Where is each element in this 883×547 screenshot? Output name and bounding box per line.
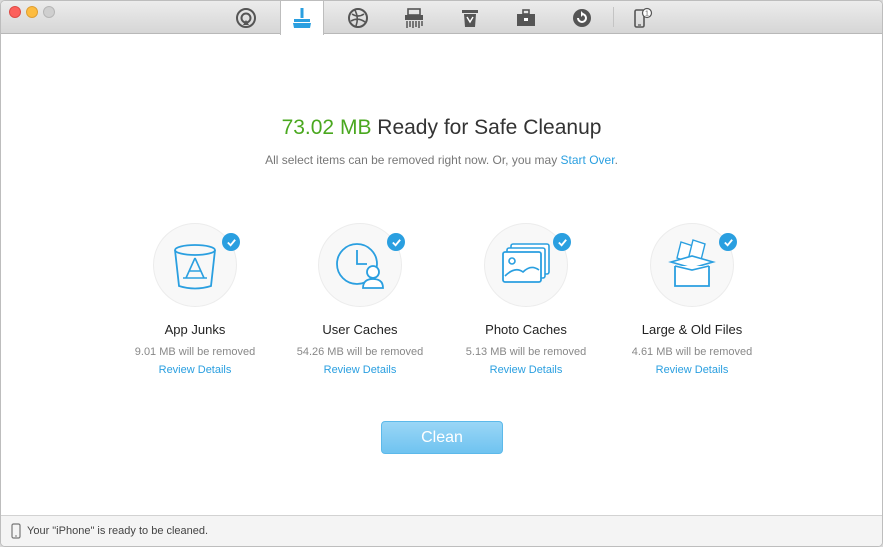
category-app-junks[interactable]: App Junks 9.01 MB will be removed Review… bbox=[110, 223, 280, 376]
category-size: 4.61 MB will be removed bbox=[631, 346, 753, 358]
category-icon-circle bbox=[153, 223, 240, 307]
status-text: Your "iPhone" is ready to be cleaned. bbox=[27, 525, 209, 537]
category-title: App Junks bbox=[164, 322, 226, 337]
checked-icon[interactable] bbox=[387, 233, 405, 251]
category-size: 54.26 MB will be removed bbox=[296, 346, 424, 358]
shredder-icon[interactable] bbox=[392, 1, 436, 34]
checked-icon[interactable] bbox=[553, 233, 571, 251]
review-details-link[interactable]: Review Details bbox=[110, 364, 280, 376]
app-window: 1 73.02 MB Ready for Safe Cleanup All se… bbox=[0, 0, 883, 547]
brush-clean-icon[interactable] bbox=[280, 1, 324, 35]
internet-globe-icon[interactable] bbox=[336, 1, 380, 34]
airplay-icon[interactable] bbox=[224, 1, 268, 34]
start-over-link[interactable]: Start Over bbox=[561, 153, 615, 167]
iphone-icon bbox=[11, 523, 21, 539]
minimize-window-button[interactable] bbox=[26, 6, 38, 18]
cleanup-title-text: Ready for Safe Cleanup bbox=[371, 116, 602, 139]
cleanup-size: 73.02 MB bbox=[281, 116, 372, 139]
review-details-link[interactable]: Review Details bbox=[441, 364, 611, 376]
file-box-icon bbox=[668, 239, 716, 287]
category-icon-circle bbox=[318, 223, 405, 307]
category-size: 9.01 MB will be removed bbox=[134, 346, 256, 358]
subtitle: All select items can be removed right no… bbox=[1, 153, 882, 167]
app-trash-icon bbox=[174, 244, 216, 290]
device-badge-count: 1 bbox=[645, 10, 649, 17]
category-user-caches[interactable]: User Caches 54.26 MB will be removed Rev… bbox=[275, 223, 445, 376]
category-title: User Caches bbox=[322, 322, 398, 337]
zoom-window-button[interactable] bbox=[43, 6, 55, 18]
refresh-backup-icon[interactable] bbox=[560, 1, 604, 34]
subtitle-text: All select items can be removed right no… bbox=[265, 153, 561, 167]
category-icon-circle bbox=[650, 223, 737, 307]
clean-button[interactable]: Clean bbox=[381, 421, 503, 454]
review-details-link[interactable]: Review Details bbox=[275, 364, 445, 376]
review-details-link[interactable]: Review Details bbox=[607, 364, 777, 376]
user-clock-icon bbox=[336, 243, 384, 289]
category-title: Photo Caches bbox=[485, 322, 567, 337]
category-title: Large & Old Files bbox=[641, 322, 743, 337]
toolbar-separator bbox=[613, 7, 614, 27]
status-bar: Your "iPhone" is ready to be cleaned. bbox=[1, 515, 882, 546]
category-photo-caches[interactable]: Photo Caches 5.13 MB will be removed Rev… bbox=[441, 223, 611, 376]
checked-icon[interactable] bbox=[222, 233, 240, 251]
trash-bin-icon[interactable] bbox=[448, 1, 492, 34]
category-icon-circle bbox=[484, 223, 571, 307]
subtitle-suffix: . bbox=[614, 153, 618, 167]
toolbar: 1 bbox=[1, 1, 882, 35]
page-title: 73.02 MB Ready for Safe Cleanup bbox=[1, 116, 882, 140]
close-window-button[interactable] bbox=[9, 6, 21, 18]
device-badge-icon[interactable]: 1 bbox=[620, 1, 664, 34]
toolbox-icon[interactable] bbox=[504, 1, 548, 34]
checked-icon[interactable] bbox=[719, 233, 737, 251]
category-large-old-files[interactable]: Large & Old Files 4.61 MB will be remove… bbox=[607, 223, 777, 376]
photo-stack-icon bbox=[502, 243, 550, 283]
category-size: 5.13 MB will be removed bbox=[465, 346, 587, 358]
